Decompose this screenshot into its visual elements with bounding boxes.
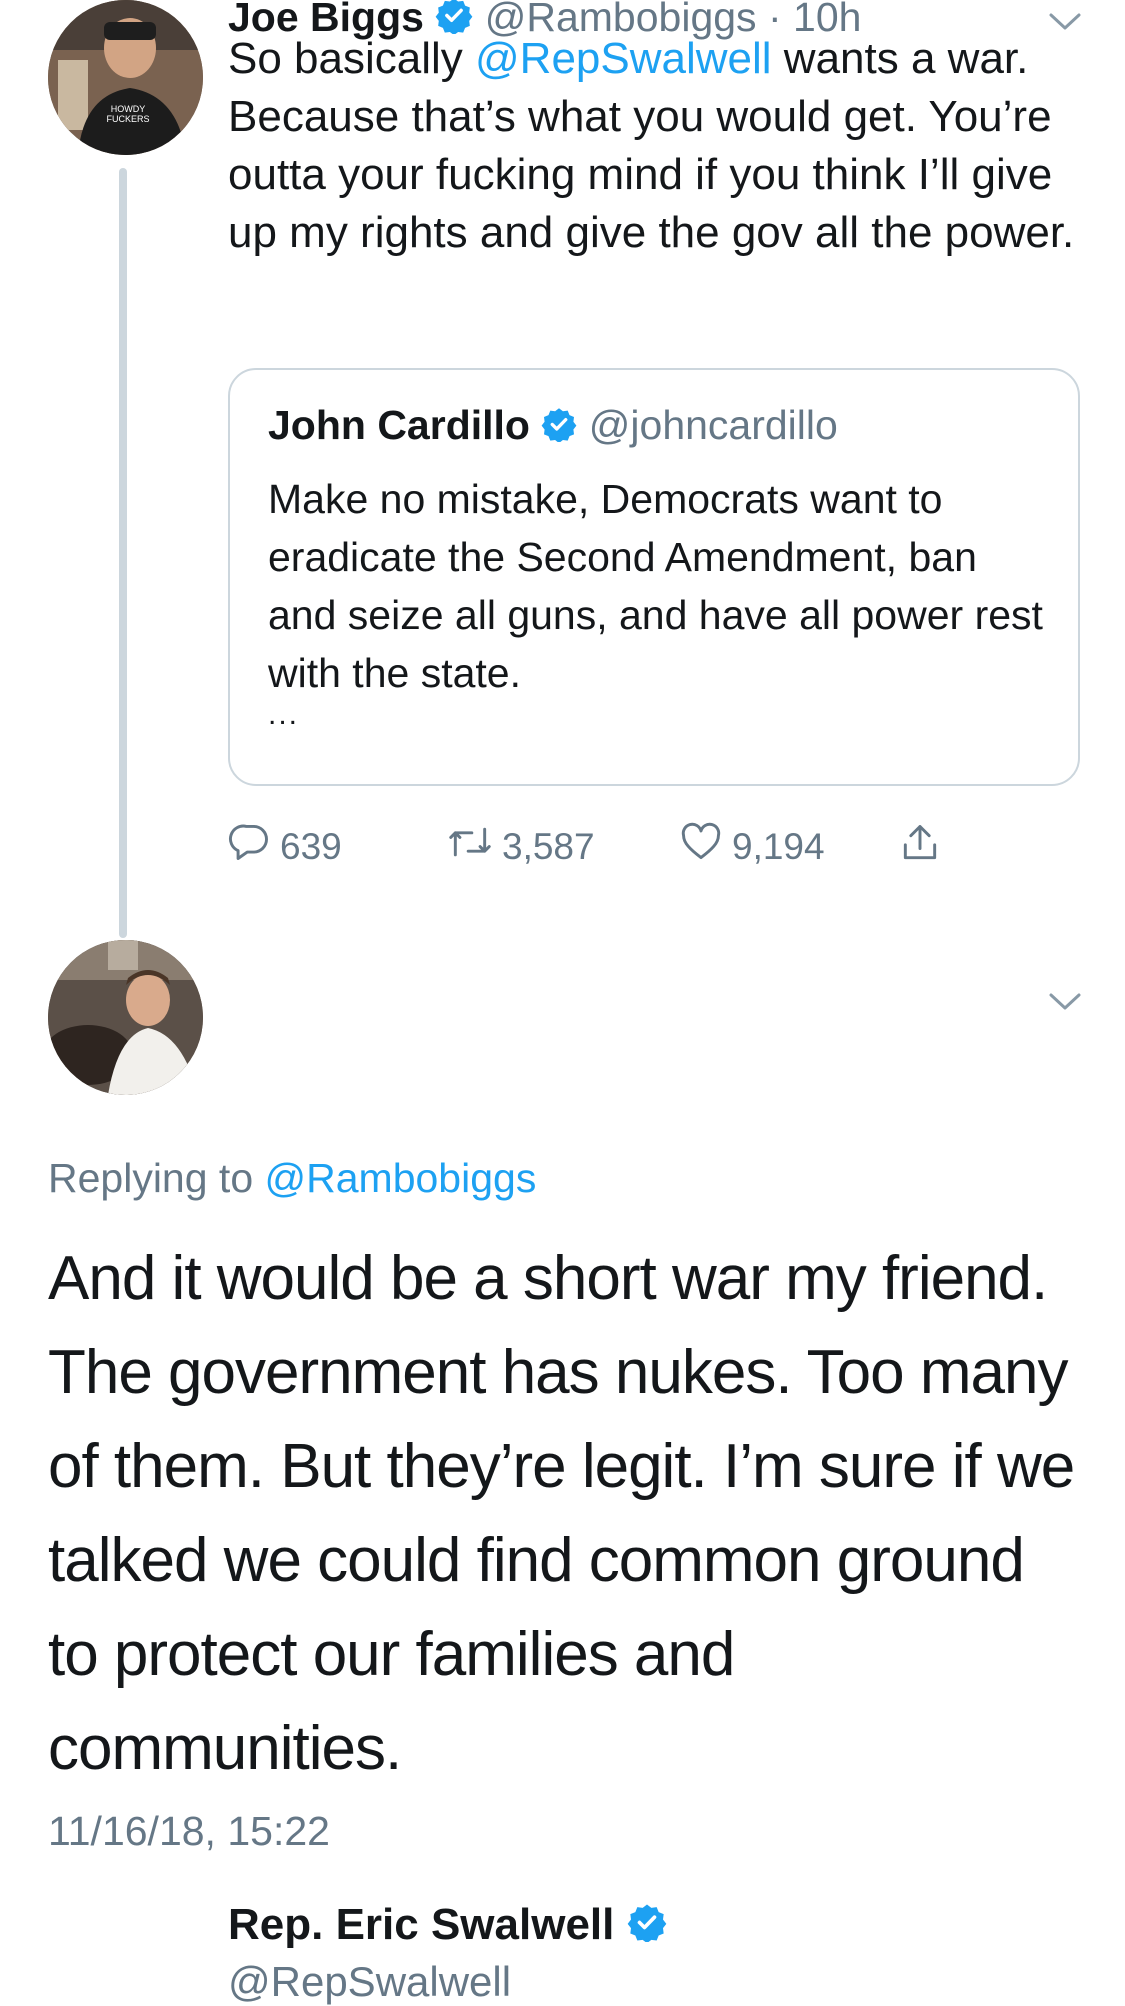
quoted-author-name: John Cardillo (268, 402, 530, 448)
replying-to-label: Replying to (48, 1155, 265, 1201)
verified-badge-icon (541, 405, 577, 452)
tweet-text-before: So basically (228, 34, 476, 83)
tweet-text: So basically @RepSwalwell wants a war. B… (228, 30, 1088, 262)
quoted-author-handle: @johncardillo (588, 402, 838, 448)
like-button[interactable]: 9,194 (678, 820, 825, 873)
like-icon (678, 820, 724, 873)
author-name[interactable]: Rep. Eric Swalwell (228, 1900, 614, 1949)
quoted-tweet-text: Make no mistake, Democrats want to eradi… (268, 476, 1043, 696)
avatar-shirt-text: HOWDY FUCKERS (106, 104, 149, 124)
avatar-joe-biggs-image: HOWDY FUCKERS (48, 0, 203, 155)
retweet-icon (446, 820, 494, 873)
quoted-tweet-card[interactable]: John Cardillo @johncardillo Make no mist… (228, 368, 1080, 786)
like-count: 9,194 (732, 825, 825, 867)
author-handle[interactable]: @RepSwalwell (228, 1958, 511, 2006)
chevron-down-icon[interactable] (1045, 990, 1085, 1014)
retweet-count: 3,587 (502, 825, 595, 867)
tweet-actions: 639 3,587 9,194 (228, 820, 1048, 880)
share-button[interactable] (898, 820, 942, 875)
tweet-joe-biggs[interactable]: HOWDY FUCKERS Joe Biggs @Rambobiggs · 10h… (0, 0, 1125, 900)
tweet-timestamp[interactable]: 11/16/18, 15:22 (48, 1808, 330, 1855)
quoted-tweet-ellipsis: ... (268, 698, 300, 731)
avatar[interactable] (48, 940, 203, 1095)
reply-button[interactable]: 639 (228, 820, 342, 873)
avatar-eric-swalwell-image (48, 940, 203, 1095)
mention-link[interactable]: @RepSwalwell (475, 34, 772, 83)
replying-to-line: Replying to @Rambobiggs (48, 1155, 536, 1202)
reply-icon (228, 820, 272, 873)
tweet-text: And it would be a short war my friend. T… (48, 1244, 1075, 1783)
replying-to-mention[interactable]: @Rambobiggs (265, 1155, 537, 1201)
retweet-button[interactable]: 3,587 (446, 820, 595, 873)
verified-badge-icon (627, 1902, 667, 1953)
author-name-row: Rep. Eric Swalwell (228, 1900, 667, 1953)
share-icon (898, 820, 942, 875)
avatar[interactable]: HOWDY FUCKERS (48, 0, 203, 155)
quoted-tweet-header: John Cardillo @johncardillo (268, 402, 838, 452)
reply-count: 639 (280, 825, 342, 867)
